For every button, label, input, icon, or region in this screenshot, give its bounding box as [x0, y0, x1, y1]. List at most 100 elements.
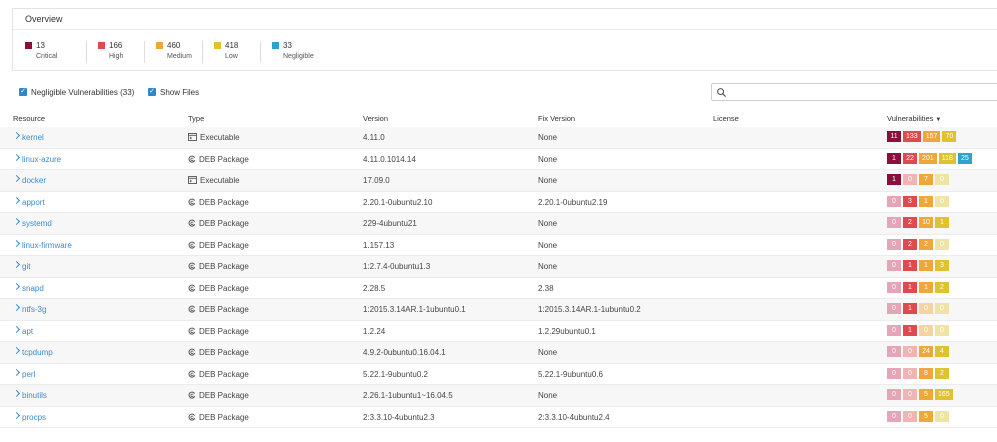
header-vulnerabilities-label: Vulnerabilities — [887, 114, 934, 123]
header-vulnerabilities[interactable]: Vulnerabilities ▼ — [887, 114, 941, 123]
vuln-badge: 0 — [887, 281, 901, 293]
resource-version: 17.09.0 — [363, 176, 390, 185]
resource-type-label: DEB Package — [199, 262, 249, 271]
expand-chevron-icon[interactable] — [12, 325, 21, 333]
resource-name-link[interactable]: kernel — [22, 133, 44, 142]
vulnerability-badges[interactable]: 0112 — [887, 281, 951, 294]
negligible-checkbox[interactable]: ✓ — [19, 88, 27, 96]
vulnerability-badges[interactable]: 0310 — [887, 195, 951, 208]
table-row[interactable]: linux-azure DEB Package 4.11.0.1014.14 None… — [0, 149, 997, 170]
resource-version: 2.26.1-1ubuntu1~16.04.5 — [363, 391, 453, 400]
expand-chevron-icon[interactable] — [12, 260, 21, 269]
deb-package-icon — [188, 241, 196, 249]
resource-name-link[interactable]: apt — [22, 327, 33, 336]
header-fix-version[interactable]: Fix Version — [538, 114, 575, 123]
negligible-checkbox-label[interactable]: Negligible Vulnerabilities (33) — [31, 88, 134, 97]
vulnerability-badges[interactable]: 0 0 24 4 — [887, 346, 951, 358]
show-files-checkbox[interactable]: ✓ — [148, 88, 156, 96]
vulnerability-badges[interactable]: 1 22 201 118 25 — [887, 152, 974, 165]
vuln-badge: 1 — [887, 174, 901, 185]
resource-name-link[interactable]: procps — [22, 413, 46, 422]
vuln-badge: 10 — [919, 217, 933, 228]
resource-name-link[interactable]: docker — [22, 176, 46, 185]
deb-package-icon — [188, 413, 196, 421]
header-resource[interactable]: Resource — [13, 114, 45, 123]
resource-type-label: DEB Package — [199, 283, 249, 293]
expand-chevron-icon[interactable] — [12, 389, 21, 398]
resource-name-link[interactable]: snapd — [22, 284, 44, 293]
table-row[interactable]: tcpdump DEB Package 4.9.2-0ubuntu0.16.04.1… — [0, 342, 997, 364]
deb-package-icon — [188, 262, 196, 270]
search-box[interactable] — [711, 83, 997, 101]
expand-chevron-icon[interactable] — [12, 282, 21, 290]
resource-version: 5.22.1-9ubuntu0.2 — [363, 369, 428, 379]
search-input[interactable] — [729, 85, 989, 99]
medium-label: Medium — [167, 53, 192, 60]
vuln-badge: 133 — [903, 131, 921, 142]
vulnerability-badges[interactable]: 1070 — [887, 174, 951, 186]
vulnerability-badges[interactable]: 0113 — [887, 260, 951, 272]
resource-fix-version: None — [538, 262, 558, 271]
expand-chevron-icon[interactable] — [12, 303, 21, 312]
deb-package-icon — [188, 348, 196, 356]
expand-chevron-icon[interactable] — [12, 239, 21, 247]
expand-chevron-icon[interactable] — [12, 411, 21, 419]
resource-name-link[interactable]: linux-firmware — [22, 241, 72, 250]
deb-package-icon — [188, 155, 196, 163]
expand-chevron-icon[interactable] — [12, 217, 21, 226]
vuln-badge: 22 — [903, 152, 917, 164]
table-row[interactable]: ntfs-3g DEB Package 1:2015.3.14AR.1-1ubunt… — [0, 299, 997, 321]
medium-swatch — [156, 42, 163, 49]
vuln-badge: 0 — [903, 174, 917, 185]
vuln-badge: 1 — [919, 281, 933, 293]
resource-name-link[interactable]: git — [22, 262, 30, 271]
resource-type-label: DEB Package — [199, 240, 249, 250]
table-row[interactable]: snapd DEB Package 2.28.5 2.38 0 1 1 2 — [0, 278, 997, 299]
vulnerability-badges[interactable]: 0 2 10 1 — [887, 217, 951, 229]
vulnerability-badges[interactable]: 0100 — [887, 324, 951, 337]
table-row[interactable]: systemd DEB Package 229-4ubuntu21 None 0 2 10 1 — [0, 213, 997, 235]
vuln-badge: 118 — [938, 152, 956, 164]
table-row[interactable]: linux-firmware DEB Package 1.157.13 None 0 2 2… — [0, 235, 997, 256]
show-files-checkbox-label[interactable]: Show Files — [160, 88, 199, 97]
expand-chevron-icon[interactable] — [12, 196, 21, 204]
expand-chevron-icon[interactable] — [12, 346, 21, 355]
table-row[interactable]: binutils DEB Package 2.26.1-1ubuntu1~16.04… — [0, 385, 997, 407]
table-row[interactable]: procps DEB Package 2:3.3.10-4ubuntu2.3 2:3.… — [0, 407, 997, 428]
table-row[interactable]: apt DEB Package 1.2.24 1.2.29ubuntu0.1 0 1 0 0 — [0, 321, 997, 342]
resource-type-label: DEB Package — [199, 391, 249, 400]
expand-chevron-icon[interactable] — [12, 174, 21, 183]
resource-name-link[interactable]: tcpdump — [22, 348, 53, 357]
vulnerability-badges[interactable]: 0220 — [887, 238, 951, 251]
resource-name-link[interactable]: linux-azure — [22, 155, 61, 164]
table-row[interactable]: git DEB Package 1:2.7.4-0ubuntu1.3 None 0 1 1 3 — [0, 256, 997, 278]
table-row[interactable]: apport DEB Package 2.20.1-0ubuntu2.10 2.20.… — [0, 192, 997, 213]
resource-name-link[interactable]: apport — [22, 198, 45, 207]
header-license[interactable]: License — [713, 114, 739, 123]
resource-version: 4.11.0.1014.14 — [363, 154, 416, 164]
vulnerability-badges[interactable]: 0100 — [887, 303, 951, 315]
vulnerability-badges[interactable]: 11 133 157 70 — [887, 131, 958, 143]
vulnerability-badges[interactable]: 0 0 5 165 — [887, 389, 955, 401]
overview-panel: Overview 13 Critical 166 High 460 Medium… — [12, 8, 997, 71]
resource-name-link[interactable]: ntfs-3g — [22, 305, 46, 314]
vuln-badge: 8 — [919, 367, 933, 379]
header-type[interactable]: Type — [188, 114, 204, 123]
resource-name-link[interactable]: systemd — [22, 219, 52, 228]
resource-name-link[interactable]: perl — [22, 370, 35, 379]
vuln-badge: 3 — [903, 195, 917, 207]
expand-chevron-icon[interactable] — [12, 368, 21, 376]
header-version[interactable]: Version — [363, 114, 388, 123]
table-row[interactable]: perl DEB Package 5.22.1-9ubuntu0.2 5.22.1-9… — [0, 364, 997, 385]
resource-table-body: kernel Executable 4.11.0 None 11 133 157 70 linu… — [0, 127, 997, 428]
table-row[interactable]: kernel Executable 4.11.0 None 11 133 157 70 — [0, 127, 997, 149]
table-row[interactable]: docker Executable 17.09.0 None 1 0 7 0 — [0, 170, 997, 192]
resource-type-label: DEB Package — [199, 369, 249, 379]
resource-name-link[interactable]: binutils — [22, 391, 47, 400]
resource-type: Executable — [188, 176, 240, 185]
vulnerability-badges[interactable]: 0082 — [887, 367, 951, 380]
vulnerability-badges[interactable]: 0050 — [887, 410, 951, 423]
expand-chevron-icon[interactable] — [12, 153, 21, 161]
expand-chevron-icon[interactable] — [12, 131, 21, 140]
deb-package-icon — [188, 327, 196, 335]
